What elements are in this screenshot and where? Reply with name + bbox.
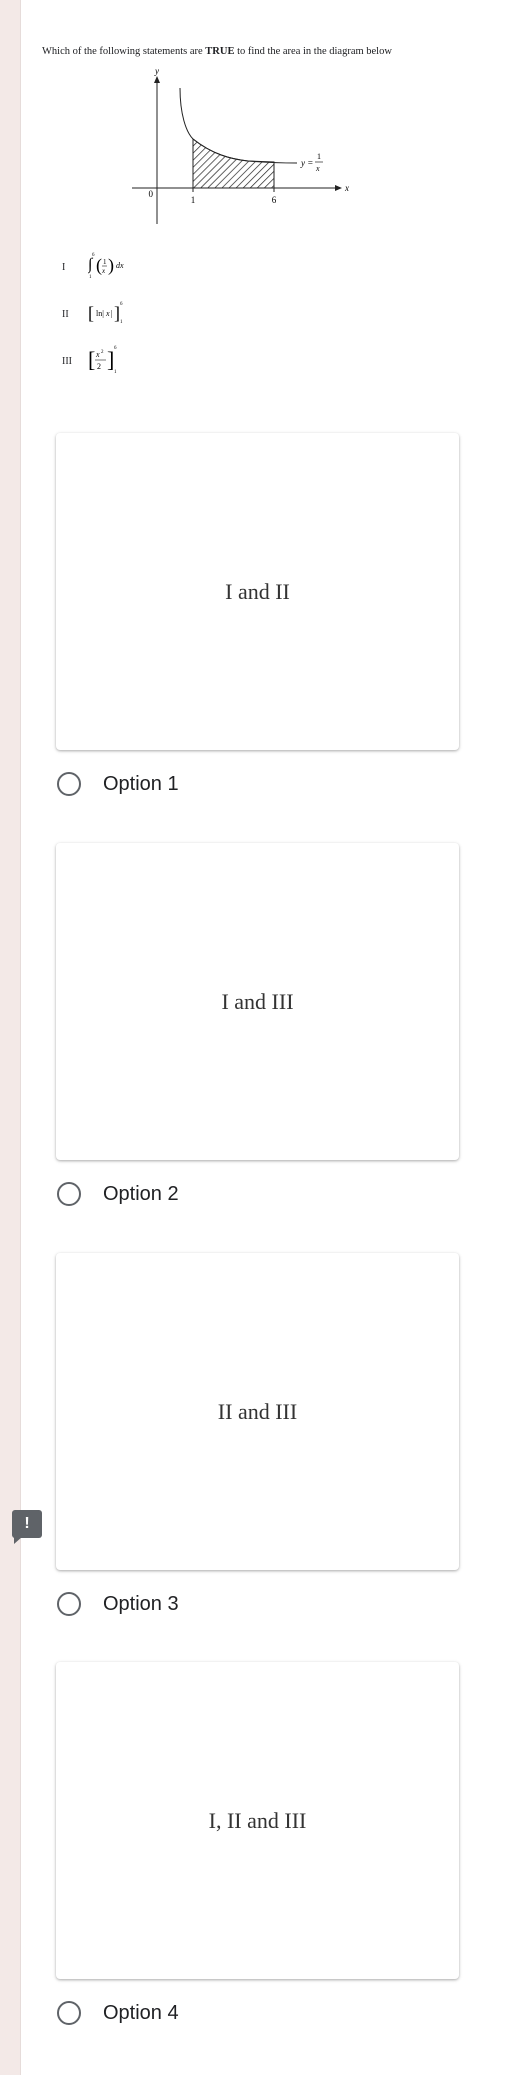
svg-text:6: 6 — [92, 253, 95, 258]
svg-text:1: 1 — [89, 275, 92, 280]
svg-text:[: [ — [88, 347, 95, 372]
feedback-button[interactable]: ! — [12, 1510, 42, 1544]
option-3-image: II and III — [56, 1253, 459, 1570]
svg-text:1: 1 — [114, 370, 117, 375]
option-1-image: I and II — [56, 433, 459, 750]
tick-6-label: 6 — [272, 195, 277, 205]
area-diagram: 0 1 6 y x y = 1 x — [132, 66, 349, 224]
svg-text:x: x — [105, 309, 110, 318]
option-3-choice[interactable]: Option 3 — [57, 1587, 179, 1621]
svg-text:[: [ — [88, 303, 94, 323]
svg-text:6: 6 — [114, 346, 117, 351]
option-1-radio[interactable] — [57, 772, 81, 796]
svg-text:1: 1 — [317, 152, 321, 161]
svg-text:|: | — [111, 309, 113, 318]
option-2-radio[interactable] — [57, 1182, 81, 1206]
shaded-area — [192, 137, 275, 189]
question-image: Which of the following statements are TR… — [42, 46, 392, 375]
svg-text:1: 1 — [120, 320, 123, 325]
option-2-choice[interactable]: Option 2 — [57, 1177, 179, 1211]
option-1-label: Option 1 — [103, 772, 179, 795]
origin-label: 0 — [149, 189, 154, 199]
option-4-label: Option 4 — [103, 2001, 179, 2024]
option-3-image-text: II and III — [217, 1398, 298, 1424]
option-4-choice[interactable]: Option 4 — [57, 1996, 179, 2030]
option-4-image-text: I, II and III — [208, 1807, 307, 1833]
y-axis-label: y — [154, 66, 159, 76]
option-1-image-text: I and II — [225, 578, 290, 604]
svg-text:1: 1 — [103, 258, 107, 266]
option-1-choice[interactable]: Option 1 — [57, 767, 179, 801]
svg-text:): ) — [108, 255, 114, 276]
svg-text:6: 6 — [120, 302, 123, 307]
option-3-label: Option 3 — [103, 1592, 179, 1615]
svg-text:∫: ∫ — [88, 256, 94, 274]
option-4-image: I, II and III — [56, 1662, 459, 1979]
svg-text:2: 2 — [97, 362, 101, 371]
option-4-radio[interactable] — [57, 2001, 81, 2025]
svg-text:x: x — [315, 164, 320, 173]
tick-1-label: 1 — [191, 195, 196, 205]
power-expression: [ x 2 2 ] 6 1 — [88, 346, 117, 375]
integral-expression: ∫ 6 1 ( 1 x ) dx — [88, 253, 124, 280]
exclamation-icon: ! — [24, 1515, 30, 1532]
option-2-image: I and III — [56, 843, 459, 1160]
question-text: Which of the following statements are TR… — [42, 46, 392, 57]
svg-text:2: 2 — [101, 350, 104, 355]
x-axis-label: x — [344, 183, 349, 193]
option-3-radio[interactable] — [57, 1592, 81, 1616]
svg-text:ln|: ln| — [96, 309, 104, 318]
option-2-label: Option 2 — [103, 1182, 179, 1205]
option-2-image-text: I and III — [221, 988, 294, 1014]
ln-expression: [ ln| x | ] 6 1 — [88, 302, 123, 325]
curve-label: y = — [300, 158, 313, 168]
svg-text:x: x — [95, 350, 100, 359]
svg-text:x: x — [101, 267, 106, 275]
svg-text:dx: dx — [116, 261, 124, 270]
